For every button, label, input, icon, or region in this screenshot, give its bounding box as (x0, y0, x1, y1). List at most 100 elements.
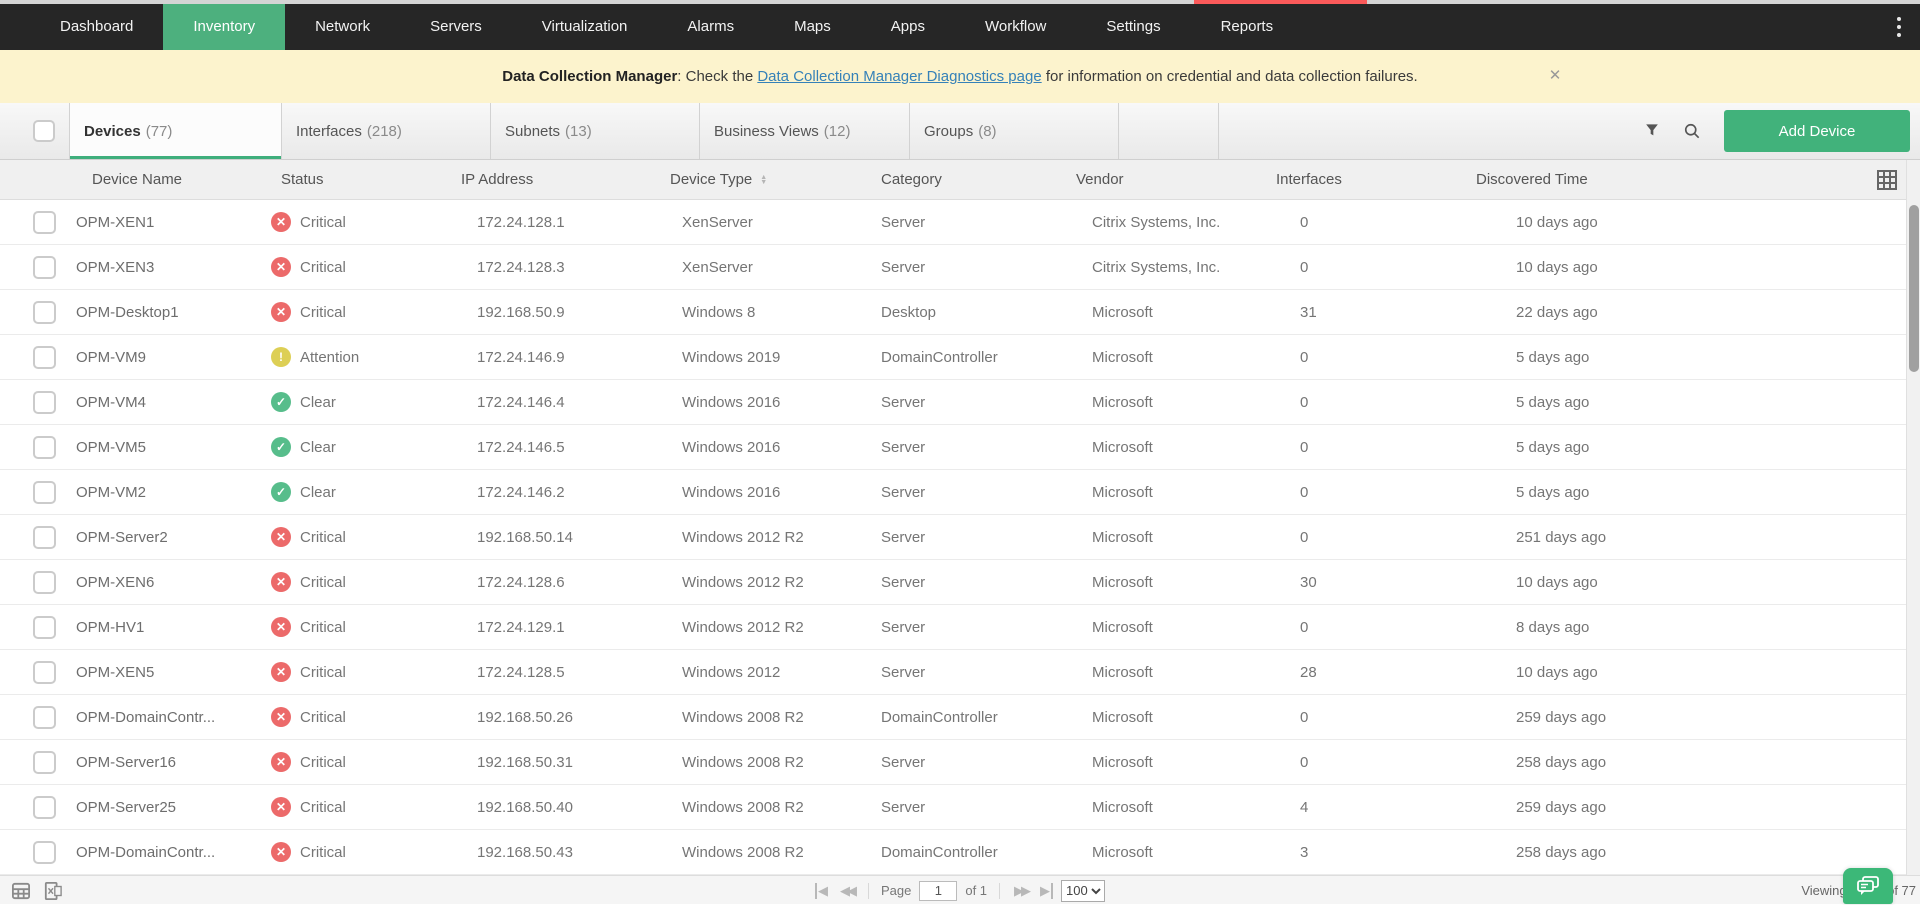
row-checkbox[interactable] (33, 436, 56, 459)
vertical-scrollbar[interactable] (1906, 160, 1920, 875)
nav-item-alarms[interactable]: Alarms (657, 4, 764, 50)
nav-item-virtualization[interactable]: Virtualization (512, 4, 658, 50)
more-menu-icon[interactable] (1890, 13, 1908, 41)
device-name[interactable]: OPM-Server16 (60, 740, 255, 784)
tab-devices[interactable]: Devices(77) (70, 103, 282, 159)
row-checkbox[interactable] (33, 481, 56, 504)
column-ip-address[interactable]: IP Address (445, 160, 660, 199)
chat-widget-button[interactable] (1843, 868, 1893, 904)
device-name[interactable]: OPM-VM2 (60, 470, 255, 514)
tab-interfaces[interactable]: Interfaces(218) (282, 103, 491, 159)
nav-item-dashboard[interactable]: Dashboard (30, 4, 163, 50)
row-checkbox[interactable] (33, 616, 56, 639)
diagnostics-page-link[interactable]: Data Collection Manager Diagnostics page (757, 68, 1041, 85)
nav-item-servers[interactable]: Servers (400, 4, 512, 50)
tab-groups[interactable]: Groups(8) (910, 103, 1119, 159)
row-checkbox[interactable] (33, 661, 56, 684)
device-name[interactable]: OPM-VM5 (60, 425, 255, 469)
column-vendor[interactable]: Vendor (1060, 160, 1260, 199)
device-name[interactable]: OPM-XEN3 (60, 245, 255, 289)
device-type: Windows 2008 R2 (660, 740, 865, 784)
page-size-select[interactable]: 100 (1061, 880, 1105, 902)
device-name[interactable]: OPM-DomainContr... (60, 830, 255, 874)
row-checkbox[interactable] (33, 841, 56, 864)
device-name[interactable]: OPM-XEN6 (60, 560, 255, 604)
sort-icons[interactable]: ▲▼ (760, 175, 767, 185)
vendor: Microsoft (1060, 605, 1260, 649)
nav-item-workflow[interactable]: Workflow (955, 4, 1076, 50)
device-name[interactable]: OPM-VM4 (60, 380, 255, 424)
nav-item-network[interactable]: Network (285, 4, 400, 50)
column-status[interactable]: Status (255, 160, 445, 199)
table-row[interactable]: OPM-VM9 ! Attention 172.24.146.9 Windows… (0, 335, 1920, 380)
nav-item-settings[interactable]: Settings (1076, 4, 1190, 50)
table-row[interactable]: OPM-VM4 ✓ Clear 172.24.146.4 Windows 201… (0, 380, 1920, 425)
ip-address: 192.168.50.43 (445, 830, 660, 874)
column-chooser-icon[interactable] (1861, 170, 1897, 190)
device-name[interactable]: OPM-Server2 (60, 515, 255, 559)
device-type: Windows 2012 R2 (660, 515, 865, 559)
device-name[interactable]: OPM-DomainContr... (60, 695, 255, 739)
status-cell: ✓ Clear (255, 425, 445, 469)
select-all-checkbox[interactable] (33, 120, 55, 142)
critical-status-icon: ✕ (271, 797, 291, 817)
row-checkbox[interactable] (33, 301, 56, 324)
row-checkbox[interactable] (33, 211, 56, 234)
row-checkbox[interactable] (33, 256, 56, 279)
table-row[interactable]: OPM-DomainContr... ✕ Critical 192.168.50… (0, 695, 1920, 740)
table-row[interactable]: OPM-XEN3 ✕ Critical 172.24.128.3 XenServ… (0, 245, 1920, 290)
add-device-button[interactable]: Add Device (1724, 110, 1910, 152)
last-page-button[interactable]: ▶ (1038, 883, 1053, 899)
interfaces-count: 28 (1260, 650, 1460, 694)
row-checkbox[interactable] (33, 526, 56, 549)
banner-close-icon[interactable]: ✕ (1545, 66, 1565, 86)
vendor: Microsoft (1060, 425, 1260, 469)
column-interfaces[interactable]: Interfaces (1260, 160, 1460, 199)
next-page-button[interactable]: ▶▶ (1012, 883, 1030, 899)
table-row[interactable]: OPM-Server2 ✕ Critical 192.168.50.14 Win… (0, 515, 1920, 560)
first-page-button[interactable]: ◀ (815, 883, 830, 899)
device-name[interactable]: OPM-XEN5 (60, 650, 255, 694)
table-row[interactable]: OPM-HV1 ✕ Critical 172.24.129.1 Windows … (0, 605, 1920, 650)
page-number-input[interactable] (919, 881, 957, 901)
row-checkbox[interactable] (33, 346, 56, 369)
column-device-type[interactable]: Device Type ▲▼ (660, 160, 865, 199)
row-checkbox[interactable] (33, 391, 56, 414)
row-checkbox[interactable] (33, 751, 56, 774)
tab-subnets[interactable]: Subnets(13) (491, 103, 700, 159)
status-label: Critical (300, 844, 346, 861)
table-row[interactable]: OPM-XEN6 ✕ Critical 172.24.128.6 Windows… (0, 560, 1920, 605)
device-name[interactable]: OPM-HV1 (60, 605, 255, 649)
status-cell: ✓ Clear (255, 380, 445, 424)
scrollbar-thumb[interactable] (1909, 205, 1919, 372)
table-row[interactable]: OPM-Desktop1 ✕ Critical 192.168.50.9 Win… (0, 290, 1920, 335)
prev-page-button[interactable]: ◀◀ (838, 883, 856, 899)
row-checkbox[interactable] (33, 706, 56, 729)
table-row[interactable]: OPM-DomainContr... ✕ Critical 192.168.50… (0, 830, 1920, 875)
table-row[interactable]: OPM-VM5 ✓ Clear 172.24.146.5 Windows 201… (0, 425, 1920, 470)
nav-item-inventory[interactable]: Inventory (163, 4, 285, 50)
search-icon[interactable] (1672, 111, 1712, 151)
column-device-name[interactable]: Device Name (60, 160, 255, 199)
table-row[interactable]: OPM-XEN1 ✕ Critical 172.24.128.1 XenServ… (0, 200, 1920, 245)
nav-item-apps[interactable]: Apps (861, 4, 955, 50)
table-row[interactable]: OPM-XEN5 ✕ Critical 172.24.128.5 Windows… (0, 650, 1920, 695)
nav-item-reports[interactable]: Reports (1191, 4, 1304, 50)
filter-icon[interactable] (1632, 111, 1672, 151)
column-discovered-time[interactable]: Discovered Time (1460, 160, 1920, 199)
table-row[interactable]: OPM-VM2 ✓ Clear 172.24.146.2 Windows 201… (0, 470, 1920, 515)
column-category[interactable]: Category (865, 160, 1060, 199)
table-row[interactable]: OPM-Server16 ✕ Critical 192.168.50.31 Wi… (0, 740, 1920, 785)
device-name[interactable]: OPM-VM9 (60, 335, 255, 379)
device-name[interactable]: OPM-Desktop1 (60, 290, 255, 334)
vendor: Citrix Systems, Inc. (1060, 245, 1260, 289)
nav-item-maps[interactable]: Maps (764, 4, 861, 50)
category: Server (865, 515, 1060, 559)
tab-business-views[interactable]: Business Views(12) (700, 103, 910, 159)
row-checkbox[interactable] (33, 796, 56, 819)
device-name[interactable]: OPM-XEN1 (60, 200, 255, 244)
status-label: Critical (300, 799, 346, 816)
table-row[interactable]: OPM-Server25 ✕ Critical 192.168.50.40 Wi… (0, 785, 1920, 830)
row-checkbox[interactable] (33, 571, 56, 594)
device-name[interactable]: OPM-Server25 (60, 785, 255, 829)
